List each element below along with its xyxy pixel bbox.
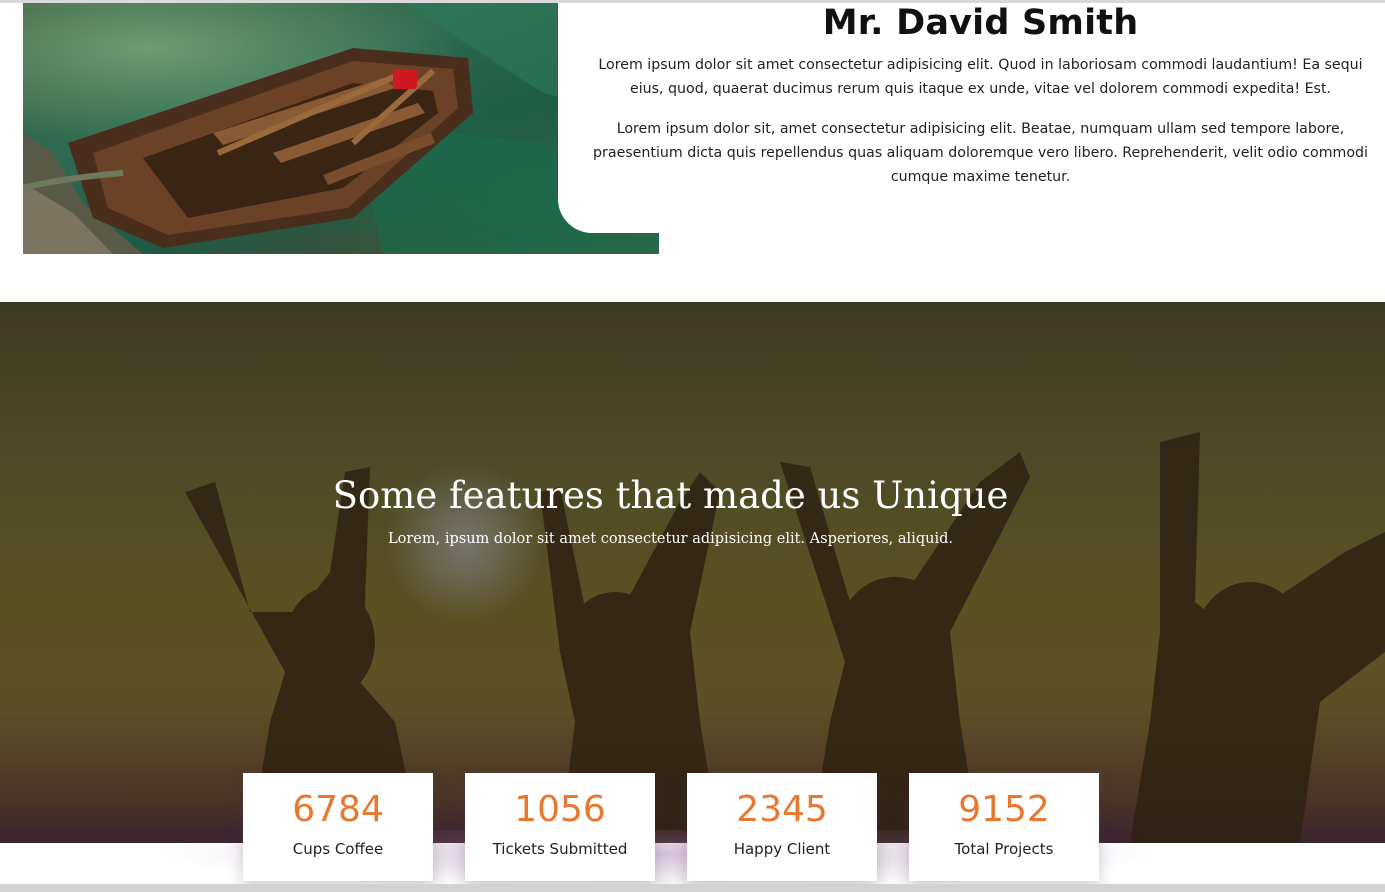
stat-label: Happy Client bbox=[733, 840, 831, 858]
about-title: Mr. David Smith bbox=[822, 3, 1139, 43]
stat-card-total-projects: 9152 Total Projects bbox=[909, 773, 1099, 881]
about-paragraph-2: Lorem ipsum dolor sit, amet consectetur … bbox=[593, 121, 1368, 185]
features-title: Some features that made us Unique bbox=[332, 474, 1009, 517]
silhouettes-background bbox=[185, 432, 1385, 843]
stat-label: Total Projects bbox=[954, 840, 1054, 858]
features-hero: Some features that made us Unique Lorem,… bbox=[0, 302, 1385, 843]
stat-value: 1056 bbox=[514, 789, 606, 830]
about-section: Mr. David Smith Lorem ipsum dolor sit am… bbox=[0, 3, 1385, 302]
stat-card-happy-client: 2345 Happy Client bbox=[687, 773, 877, 881]
stat-value: 9152 bbox=[958, 789, 1050, 830]
stat-value: 6784 bbox=[292, 789, 384, 830]
stat-label: Tickets Submitted bbox=[492, 840, 628, 858]
horizontal-scrollbar[interactable] bbox=[0, 884, 1385, 892]
about-paragraph-1: Lorem ipsum dolor sit amet consectetur a… bbox=[598, 57, 1363, 97]
stat-card-tickets-submitted: 1056 Tickets Submitted bbox=[465, 773, 655, 881]
stat-card-cups-coffee: 6784 Cups Coffee bbox=[243, 773, 433, 881]
about-card: Mr. David Smith Lorem ipsum dolor sit am… bbox=[558, 3, 1385, 233]
features-subtitle: Lorem, ipsum dolor sit amet consectetur … bbox=[388, 531, 953, 547]
stat-value: 2345 bbox=[736, 789, 828, 830]
stat-label: Cups Coffee bbox=[292, 840, 384, 858]
